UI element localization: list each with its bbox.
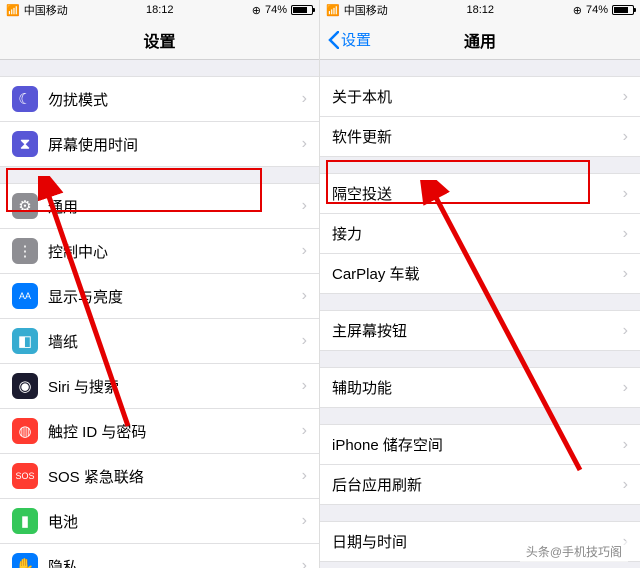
battery-label: 74% — [265, 4, 287, 16]
row-label: 触控 ID 与密码 — [48, 421, 296, 442]
row-label: 辅助功能 — [332, 377, 617, 398]
signal-icon: 📶 — [6, 4, 20, 17]
chevron-right-icon: › — [623, 322, 628, 340]
row-label: 墙纸 — [48, 331, 296, 352]
row-label: 接力 — [332, 223, 617, 244]
general-row[interactable]: CarPlay 车载 › — [320, 254, 640, 294]
row-label: 隐私 — [48, 556, 296, 568]
wallpaper-icon: ◧ — [12, 328, 38, 354]
sos-icon: SOS — [12, 463, 38, 489]
row-label: 软件更新 — [332, 126, 617, 147]
siri-icon: ◉ — [12, 373, 38, 399]
general-row[interactable]: iPhone 储存空间 › — [320, 424, 640, 465]
chevron-right-icon: › — [302, 90, 307, 108]
general-row[interactable]: 接力 › — [320, 214, 640, 254]
settings-row-siri[interactable]: ◉ Siri 与搜索 › — [0, 364, 319, 409]
row-label: 电池 — [48, 511, 296, 532]
indicator-icon: ⊕ — [573, 4, 582, 17]
general-row[interactable]: 辅助功能 › — [320, 367, 640, 408]
row-label: 隔空投送 — [332, 183, 617, 204]
chevron-right-icon: › — [623, 265, 628, 283]
navbar: 设置 — [0, 20, 319, 60]
chevron-right-icon: › — [302, 135, 307, 153]
chevron-right-icon: › — [302, 197, 307, 215]
settings-row-hourglass[interactable]: ⧗ 屏幕使用时间 › — [0, 122, 319, 167]
indicator-icon: ⊕ — [252, 4, 261, 17]
row-label: 后台应用刷新 — [332, 474, 617, 495]
settings-row-aa[interactable]: AA 显示与亮度 › — [0, 274, 319, 319]
battery-icon — [291, 5, 313, 15]
watermark-label: 头条@手机技巧阁 — [520, 541, 628, 562]
general-row[interactable]: 后台应用刷新 › — [320, 465, 640, 505]
settings-row-wallpaper[interactable]: ◧ 墙纸 › — [0, 319, 319, 364]
chevron-right-icon: › — [302, 422, 307, 440]
row-label: iPhone 储存空间 — [332, 434, 617, 455]
nav-title: 设置 — [143, 28, 175, 52]
chevron-left-icon — [328, 31, 339, 49]
row-label: 屏幕使用时间 — [48, 134, 296, 155]
back-button[interactable]: 设置 — [328, 29, 371, 50]
general-row[interactable]: 软件更新 › — [320, 117, 640, 157]
touchid-icon: ◍ — [12, 418, 38, 444]
moon-icon: ☾ — [12, 86, 38, 112]
chevron-right-icon: › — [623, 225, 628, 243]
chevron-right-icon: › — [623, 185, 628, 203]
time-label: 18:12 — [146, 4, 174, 16]
signal-icon: 📶 — [326, 4, 340, 17]
settings-row-sliders[interactable]: ⋮ 控制中心 › — [0, 229, 319, 274]
carrier-label: 中国移动 — [344, 2, 388, 18]
sliders-icon: ⋮ — [12, 238, 38, 264]
carrier-label: 中国移动 — [24, 2, 68, 18]
chevron-right-icon: › — [623, 128, 628, 146]
row-label: CarPlay 车载 — [332, 263, 617, 284]
general-row[interactable]: 隔空投送 › — [320, 173, 640, 214]
settings-row-sos[interactable]: SOS SOS 紧急联络 › — [0, 454, 319, 499]
row-label: 关于本机 — [332, 86, 617, 107]
settings-row-hand[interactable]: ✋ 隐私 › — [0, 544, 319, 568]
battery-label: 74% — [586, 4, 608, 16]
row-label: 勿扰模式 — [48, 89, 296, 110]
back-label: 设置 — [341, 29, 371, 50]
battery-icon: ▮ — [12, 508, 38, 534]
chevron-right-icon: › — [623, 379, 628, 397]
settings-row-moon[interactable]: ☾ 勿扰模式 › — [0, 76, 319, 122]
time-label: 18:12 — [466, 4, 494, 16]
chevron-right-icon: › — [302, 242, 307, 260]
chevron-right-icon: › — [302, 377, 307, 395]
nav-title: 通用 — [464, 28, 496, 52]
row-label: 显示与亮度 — [48, 286, 296, 307]
chevron-right-icon: › — [302, 332, 307, 350]
row-label: SOS 紧急联络 — [48, 466, 296, 487]
chevron-right-icon: › — [623, 436, 628, 454]
gear-icon: ⚙ — [12, 193, 38, 219]
statusbar: 📶 中国移动 18:12 ⊕ 74% — [0, 0, 319, 20]
hand-icon: ✋ — [12, 553, 38, 568]
chevron-right-icon: › — [302, 467, 307, 485]
settings-root-screen: 📶 中国移动 18:12 ⊕ 74% 设置 ☾ 勿扰模式 › ⧗ 屏幕使用时间 › ⚙ 通用 ›… — [0, 0, 320, 568]
settings-row-battery[interactable]: ▮ 电池 › — [0, 499, 319, 544]
chevron-right-icon: › — [302, 512, 307, 530]
chevron-right-icon: › — [302, 557, 307, 568]
row-label: 主屏幕按钮 — [332, 320, 617, 341]
general-list: 关于本机 › 软件更新 › 隔空投送 › 接力 › CarPlay 车载 › 主屏幕按钮 › 辅助功能 ›… — [320, 60, 640, 562]
row-label: 控制中心 — [48, 241, 296, 262]
general-screen: 📶 中国移动 18:12 ⊕ 74% 设置 通用 关于本机 › 软件更新 › 隔空投送 ›… — [320, 0, 640, 568]
aa-icon: AA — [12, 283, 38, 309]
hourglass-icon: ⧗ — [12, 131, 38, 157]
chevron-right-icon: › — [623, 88, 628, 106]
row-label: Siri 与搜索 — [48, 376, 296, 397]
general-row[interactable]: 关于本机 › — [320, 76, 640, 117]
navbar: 设置 通用 — [320, 20, 640, 60]
settings-row-touchid[interactable]: ◍ 触控 ID 与密码 › — [0, 409, 319, 454]
statusbar: 📶 中国移动 18:12 ⊕ 74% — [320, 0, 640, 20]
chevron-right-icon: › — [302, 287, 307, 305]
settings-list: ☾ 勿扰模式 › ⧗ 屏幕使用时间 › ⚙ 通用 › ⋮ 控制中心 › AA 显示与亮度 › ◧ 墙纸 › ◉ Sir… — [0, 60, 319, 568]
settings-row-gear[interactable]: ⚙ 通用 › — [0, 183, 319, 229]
battery-icon — [612, 5, 634, 15]
chevron-right-icon: › — [623, 476, 628, 494]
row-label: 通用 — [48, 196, 296, 217]
general-row[interactable]: 主屏幕按钮 › — [320, 310, 640, 351]
